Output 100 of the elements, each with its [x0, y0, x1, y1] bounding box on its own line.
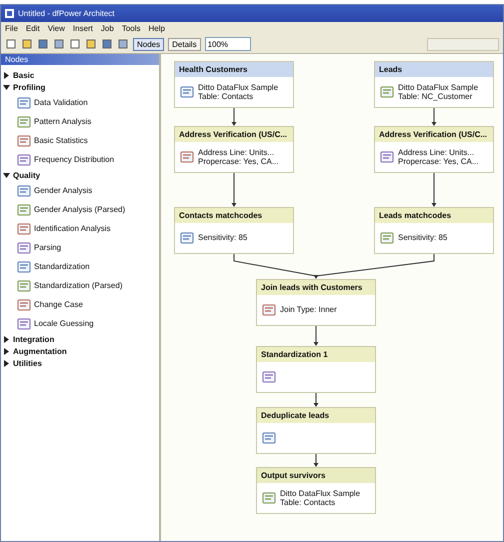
tree-item[interactable]: Standardization (Parsed)	[34, 281, 122, 290]
tree-item[interactable]: Gender Analysis (Parsed)	[34, 205, 126, 214]
node-type-icon	[17, 298, 31, 312]
node-details: Ditto DataFlux Sample Table: NC_Customer	[398, 82, 478, 102]
toolbar-icon[interactable]	[85, 38, 97, 50]
menu-item[interactable]: Tools	[122, 24, 140, 33]
flow-node[interactable]: Join leads with Customers Join Type: Inner	[256, 279, 376, 326]
app-icon	[5, 9, 14, 18]
tree-category[interactable]: Integration	[13, 334, 54, 344]
tree-category[interactable]: Basic	[13, 70, 34, 80]
tree-item[interactable]: Frequency Distribution	[34, 155, 114, 164]
node-title: Leads matchcodes	[375, 208, 493, 223]
tree-category[interactable]: Quality	[13, 170, 40, 180]
flow-node[interactable]: Deduplicate leads	[256, 407, 376, 454]
connector-arrow	[314, 454, 318, 467]
connector-arrow	[314, 392, 318, 407]
tree-category[interactable]: Utilities	[13, 358, 42, 368]
connector-arrow	[432, 172, 436, 207]
node-title: Leads	[375, 62, 493, 77]
node-icon	[380, 85, 394, 99]
menu-item[interactable]: Edit	[26, 24, 40, 33]
collapse-icon[interactable]	[3, 84, 10, 90]
toolbar-icon[interactable]	[101, 38, 113, 50]
node-type-icon	[17, 278, 31, 292]
expand-icon[interactable]	[3, 336, 10, 342]
node-title: Address Verification (US/C...	[375, 127, 493, 142]
expand-icon[interactable]	[3, 348, 10, 354]
expand-icon[interactable]	[3, 72, 10, 78]
menu-item[interactable]: Insert	[72, 24, 93, 33]
node-icon	[180, 231, 194, 245]
node-icon	[262, 491, 276, 505]
expand-icon[interactable]	[3, 360, 10, 366]
node-type-icon	[17, 152, 31, 166]
node-title: Address Verification (US/C...	[175, 127, 293, 142]
node-title: Output survivors	[257, 468, 375, 483]
node-type-icon	[17, 316, 31, 330]
connector-arrow	[232, 108, 236, 126]
flow-node[interactable]: Leads Ditto DataFlux Sample Table: NC_Customer	[374, 61, 494, 108]
toolbar-icon[interactable]	[37, 38, 49, 50]
tree-item[interactable]: Basic Statistics	[34, 136, 88, 145]
node-icon	[380, 231, 394, 245]
node-icon	[180, 85, 194, 99]
toolbar-icon[interactable]	[5, 38, 17, 50]
node-icon	[262, 431, 276, 445]
node-title: Health Customers	[175, 62, 293, 77]
panel-title: Nodes	[1, 54, 159, 65]
node-icon	[262, 303, 276, 317]
tree-category[interactable]: Profiling	[13, 82, 46, 92]
tree-item[interactable]: Locale Guessing	[34, 319, 94, 328]
node-details: Address Line: Units... Propercase: Yes, CA...	[198, 148, 278, 166]
flow-node[interactable]: Health Customers Ditto DataFlux Sample Table: Contacts	[174, 61, 294, 108]
connector-arrow	[432, 108, 436, 126]
disabled-field	[427, 38, 499, 50]
menu-item[interactable]: Help	[148, 24, 165, 33]
node-type-icon	[17, 202, 31, 216]
zoom-field[interactable]: 100%	[204, 37, 251, 51]
menu-item[interactable]: File	[5, 24, 18, 33]
node-details: Sensitivity: 85	[398, 233, 448, 243]
node-title: Deduplicate leads	[257, 408, 375, 423]
tree-item[interactable]: Parsing	[34, 243, 62, 252]
node-icon	[180, 150, 194, 164]
node-details: Join Type: Inner	[280, 305, 337, 315]
node-type-icon	[17, 240, 31, 254]
node-type-icon	[17, 134, 31, 148]
tree-item[interactable]: Data Validation	[34, 98, 88, 107]
toolbar-button[interactable]: Nodes	[133, 38, 164, 50]
tree-item[interactable]: Standardization	[34, 262, 90, 271]
collapse-icon[interactable]	[3, 172, 10, 178]
toolbar-icon[interactable]	[21, 38, 33, 50]
node-title: Standardization 1	[257, 347, 375, 362]
toolbar-icon[interactable]	[53, 38, 65, 50]
toolbar-icon[interactable]	[69, 38, 81, 50]
tree-item[interactable]: Change Case	[34, 300, 83, 309]
node-type-icon	[17, 114, 31, 128]
node-details: Ditto DataFlux Sample Table: Contacts	[198, 82, 278, 102]
toolbar-icon[interactable]	[117, 38, 129, 50]
toolbar-button[interactable]: Details	[168, 38, 201, 50]
menu-item[interactable]: View	[48, 24, 65, 33]
tree-item[interactable]: Identification Analysis	[34, 224, 110, 233]
node-title: Contacts matchcodes	[175, 208, 293, 223]
node-icon	[380, 150, 394, 164]
node-details: Ditto DataFlux Sample Table: Contacts	[280, 488, 360, 508]
node-details: Sensitivity: 85	[198, 233, 248, 243]
node-type-icon	[17, 96, 31, 110]
node-type-icon	[17, 222, 31, 236]
tree-item[interactable]: Pattern Analysis	[34, 117, 92, 126]
node-type-icon	[17, 260, 31, 274]
flow-node[interactable]: Address Verification (US/C... Address Line: Units... Propercase: Yes, CA...	[174, 126, 294, 173]
tree-category[interactable]: Augmentation	[13, 346, 67, 356]
tree-item[interactable]: Gender Analysis	[34, 186, 92, 195]
flow-node[interactable]: Contacts matchcodes Sensitivity: 85	[174, 207, 294, 254]
flow-node[interactable]: Leads matchcodes Sensitivity: 85	[374, 207, 494, 254]
flow-node[interactable]: Address Verification (US/C... Address Line: Units... Propercase: Yes, CA...	[374, 126, 494, 173]
connector-arrow	[314, 326, 318, 346]
node-details: Address Line: Units... Propercase: Yes, CA...	[398, 148, 478, 166]
menu-item[interactable]: Job	[100, 24, 114, 33]
node-title: Join leads with Customers	[257, 280, 375, 295]
flow-node[interactable]: Standardization 1	[256, 346, 376, 393]
flow-node[interactable]: Output survivors Ditto DataFlux Sample Table: Contacts	[256, 467, 376, 514]
connector-arrow	[232, 172, 236, 207]
